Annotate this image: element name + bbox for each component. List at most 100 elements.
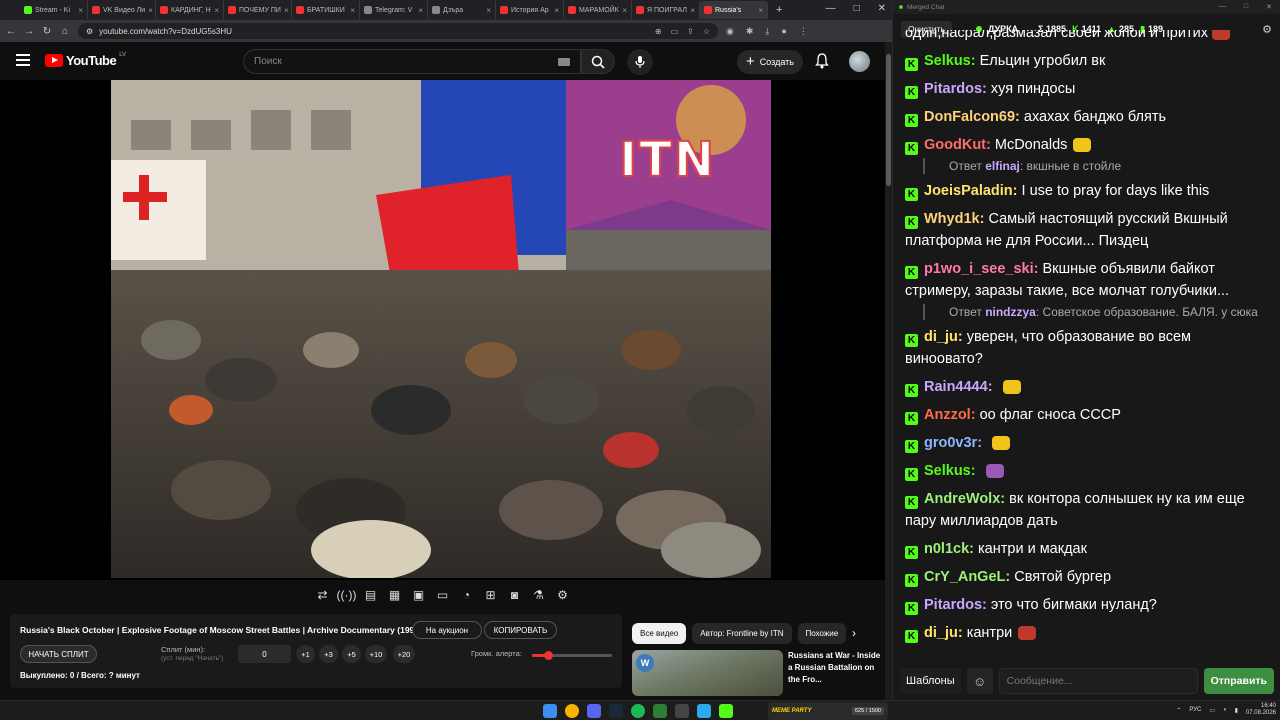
tab-close-icon[interactable]: × bbox=[214, 6, 219, 15]
spotify-icon[interactable] bbox=[631, 704, 645, 718]
discord-icon[interactable] bbox=[587, 704, 601, 718]
browser-tab[interactable]: КАРДИНГ, Н × bbox=[156, 1, 224, 19]
chat-username[interactable]: Selkus bbox=[924, 463, 971, 479]
windows-start-icon[interactable] bbox=[543, 704, 557, 718]
related-video-item[interactable]: W Russians at War - Inside a Russian Bat… bbox=[632, 650, 882, 700]
chat-messages[interactable]: один,насрал,размазал своеи жопои и прити… bbox=[893, 30, 1280, 662]
flask-icon[interactable]: ⚗ bbox=[531, 588, 547, 602]
chat-username[interactable]: di_ju bbox=[924, 625, 958, 641]
tab-close-icon[interactable]: × bbox=[690, 6, 695, 15]
browser-tab[interactable]: ПОЧЕМУ ПИ × bbox=[224, 1, 292, 19]
kick-app-icon[interactable] bbox=[719, 704, 733, 718]
chat-username[interactable]: Pitardos bbox=[924, 81, 982, 97]
back-icon[interactable]: ← bbox=[6, 26, 16, 37]
voice-search-button[interactable] bbox=[627, 49, 653, 75]
split-increment-button[interactable]: +5 bbox=[342, 645, 361, 663]
browser-tab[interactable]: БРАТИШКИ × bbox=[292, 1, 360, 19]
meme-party-widget[interactable]: MEME PARTY 625 / 1500 bbox=[768, 702, 888, 720]
speed-icon[interactable]: ◔ bbox=[459, 588, 475, 602]
browser-tab[interactable]: Russia's × bbox=[700, 1, 768, 19]
alert-volume-slider[interactable] bbox=[532, 651, 612, 660]
clock[interactable]: 16:40 07.08.2026 bbox=[1246, 703, 1276, 717]
split-increment-button[interactable]: +10 bbox=[365, 645, 387, 663]
video-player[interactable]: ITN bbox=[0, 80, 885, 580]
tab-close-icon[interactable]: × bbox=[418, 6, 423, 15]
lang-indicator[interactable]: РУС bbox=[1189, 707, 1201, 713]
split-minutes-input[interactable] bbox=[238, 645, 291, 663]
chat-username[interactable]: AndreWolx bbox=[924, 491, 1000, 507]
fullscreen-window-icon[interactable]: ▭ bbox=[435, 588, 451, 602]
search-input[interactable] bbox=[254, 56, 558, 67]
browser-tab[interactable]: МАРАМОЙК × bbox=[564, 1, 632, 19]
related-chip[interactable]: Все видео bbox=[632, 622, 687, 644]
emoji-button[interactable]: ☺ bbox=[966, 668, 993, 694]
keyboard-icon[interactable] bbox=[558, 57, 570, 66]
chat-username[interactable]: Selkus bbox=[924, 53, 971, 69]
chat-username[interactable]: n0l1ck bbox=[924, 541, 969, 557]
browser-tab[interactable]: Telegram: V × bbox=[360, 1, 428, 19]
split-increment-button[interactable]: +3 bbox=[319, 645, 338, 663]
loop-icon[interactable]: ⇄ bbox=[315, 588, 331, 602]
browser-tab[interactable]: Дзъра × bbox=[428, 1, 496, 19]
reply-username[interactable]: elfinaj bbox=[985, 159, 1020, 173]
tab-close-icon[interactable]: × bbox=[758, 6, 763, 15]
video-frame[interactable]: ITN bbox=[111, 80, 771, 578]
split-increment-button[interactable]: +1 bbox=[296, 645, 315, 663]
new-tab-icon[interactable]: + bbox=[776, 4, 782, 16]
chat-username[interactable]: Rain4444 bbox=[924, 379, 988, 395]
tab-close-icon[interactable]: × bbox=[148, 6, 153, 15]
tray-chevron-icon[interactable]: ⌃ bbox=[1176, 707, 1181, 714]
page-scrollbar[interactable] bbox=[885, 42, 892, 700]
app-icon[interactable] bbox=[653, 704, 667, 718]
account-avatar[interactable] bbox=[849, 51, 870, 72]
related-chip[interactable]: Автор: Frontline by ITN bbox=[692, 622, 792, 644]
chat-username[interactable]: gro0v3r bbox=[924, 435, 977, 451]
scrollbar-thumb[interactable] bbox=[886, 54, 891, 186]
screenshot-camera-icon[interactable]: ◙ bbox=[507, 588, 523, 602]
site-info-icon[interactable]: ⚙ bbox=[86, 27, 93, 36]
cast-icon[interactable]: ▭ bbox=[671, 27, 679, 36]
reply-username[interactable]: nindzzya bbox=[985, 305, 1036, 319]
browser-tab[interactable]: Stream - Ki × bbox=[20, 1, 88, 19]
related-video-title[interactable]: Russians at War - Inside a Russian Batta… bbox=[788, 650, 882, 686]
tab-close-icon[interactable]: × bbox=[350, 6, 355, 15]
browser-tab[interactable]: История Ар × bbox=[496, 1, 564, 19]
chat-username[interactable]: p1wo_i_see_ski bbox=[924, 261, 1034, 277]
copy-button[interactable]: КОПИРОВАТЬ bbox=[484, 621, 557, 639]
add-clip-icon[interactable]: ⊞ bbox=[483, 588, 499, 602]
obs-icon[interactable] bbox=[675, 704, 689, 718]
templates-button[interactable]: Шаблоны bbox=[900, 668, 961, 694]
browser-tab[interactable]: VK Видео Ли × bbox=[88, 1, 156, 19]
url-field[interactable]: ⚙ youtube.com/watch?v=DzdUG5s3HU ⊕ ▭ ⇪ ☆ bbox=[78, 23, 718, 39]
audio-icon[interactable]: ((·)) bbox=[337, 588, 357, 602]
chat-username[interactable]: JoeisPaladin bbox=[924, 183, 1013, 199]
chat-minimize-icon[interactable]: — bbox=[1219, 3, 1226, 11]
chevron-right-icon[interactable]: › bbox=[852, 626, 856, 640]
extension-icon[interactable]: ◉ bbox=[726, 26, 734, 37]
picture-in-picture-icon[interactable]: ▣ bbox=[411, 588, 427, 602]
chat-username[interactable]: Pitardos bbox=[924, 597, 982, 613]
send-button[interactable]: Отправить bbox=[1203, 668, 1274, 694]
telegram-icon[interactable] bbox=[697, 704, 711, 718]
chat-username[interactable]: CrY_AnGeL bbox=[924, 569, 1005, 585]
browser-tab[interactable]: Я ПОИГРАЛ × bbox=[632, 1, 700, 19]
home-icon[interactable]: ⌂ bbox=[60, 26, 70, 37]
download-icon[interactable]: ⤓ bbox=[765, 26, 769, 37]
notifications-bell-icon[interactable] bbox=[815, 53, 829, 69]
tab-close-icon[interactable]: × bbox=[284, 6, 289, 15]
start-split-button[interactable]: НАЧАТЬ СПЛИТ bbox=[20, 645, 97, 663]
chat-close-icon[interactable]: ✕ bbox=[1266, 3, 1272, 11]
settings-gear-icon[interactable]: ⚙ bbox=[555, 588, 571, 602]
chat-username[interactable]: Whyd1k bbox=[924, 211, 980, 227]
chat-username[interactable]: DonFalcon69 bbox=[924, 109, 1015, 125]
chat-username[interactable]: di_ju bbox=[924, 329, 958, 345]
reload-icon[interactable]: ↻ bbox=[42, 26, 52, 37]
profile-icon[interactable]: ● bbox=[781, 26, 786, 37]
tab-close-icon[interactable]: × bbox=[78, 6, 83, 15]
related-video-thumbnail[interactable]: W bbox=[632, 650, 783, 696]
tab-close-icon[interactable]: × bbox=[622, 6, 627, 15]
tab-close-icon[interactable]: × bbox=[486, 6, 491, 15]
create-button[interactable]: + Создать bbox=[737, 50, 803, 74]
alert-volume-knob[interactable] bbox=[544, 651, 553, 660]
extensions-puzzle-icon[interactable]: ✱ bbox=[746, 26, 754, 37]
